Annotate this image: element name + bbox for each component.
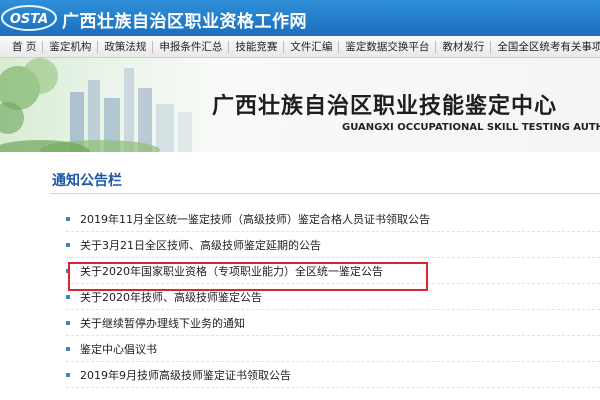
notice-item[interactable]: 2019年11月全区统一鉴定技师（高级技师）鉴定合格人员证书领取公告 [66,206,600,232]
bullet-icon [66,372,70,377]
city-skyline-illustration [0,58,192,152]
notice-list: 2019年11月全区统一鉴定技师（高级技师）鉴定合格人员证书领取公告 关于3月2… [66,206,600,388]
nav-item-policies[interactable]: 政策法规 [98,40,154,53]
bullet-icon [66,294,70,299]
section-title: 通知公告栏 [52,173,122,189]
bullet-icon [66,346,70,351]
nav-item-agencies[interactable]: 鉴定机构 [43,40,99,53]
highlight-annotation-box [68,262,428,291]
nav-item-documents[interactable]: 文件汇编 [284,40,340,53]
bullet-icon [66,216,70,221]
nav-item-textbooks[interactable]: 教材发行 [436,40,492,53]
section-divider [50,193,600,194]
banner-title: 广西壮族自治区职业技能鉴定中心 [212,94,558,119]
notice-link[interactable]: 2019年11月全区统一鉴定技师（高级技师）鉴定合格人员证书领取公告 [80,211,430,227]
site-title: 广西壮族自治区职业资格工作网 [62,12,307,32]
svg-text:OSTA: OSTA [10,12,48,27]
nav-item-home[interactable]: 首 页 [6,40,44,53]
notice-item[interactable]: 鉴定中心倡议书 [66,336,600,362]
banner: 广西壮族自治区职业技能鉴定中心 GUANGXI OCCUPATIONAL SKI… [0,58,600,152]
notice-link[interactable]: 关于3月21日全区技师、高级技师鉴定延期的公告 [80,237,321,253]
notice-link[interactable]: 鉴定中心倡议书 [80,341,157,357]
nav-item-competitions[interactable]: 技能竞赛 [229,40,285,53]
notice-item[interactable]: 2019年9月技师高级技师鉴定证书领取公告 [66,362,600,388]
banner-subtitle: GUANGXI OCCUPATIONAL SKILL TESTING AUTHO [342,122,600,133]
notice-item[interactable]: 关于3月21日全区技师、高级技师鉴定延期的公告 [66,232,600,258]
notice-item[interactable]: 关于继续暂停办理线下业务的通知 [66,310,600,336]
notice-link[interactable]: 关于继续暂停办理线下业务的通知 [80,315,245,331]
nav-item-data-exchange[interactable]: 鉴定数据交换平台 [339,40,437,53]
bullet-icon [66,320,70,325]
bullet-icon [66,242,70,247]
nav-item-requirements[interactable]: 申报条件汇总 [153,40,230,53]
osta-logo[interactable]: OSTA [0,3,58,33]
main-nav: 首 页 鉴定机构 政策法规 申报条件汇总 技能竞赛 文件汇编 鉴定数据交换平台 … [0,36,600,58]
notice-link[interactable]: 2019年9月技师高级技师鉴定证书领取公告 [80,367,291,383]
nav-item-exam-notices[interactable]: 全国全区统考有关事项通知 [491,41,600,53]
site-header: OSTA 广西壮族自治区职业资格工作网 [0,0,600,36]
